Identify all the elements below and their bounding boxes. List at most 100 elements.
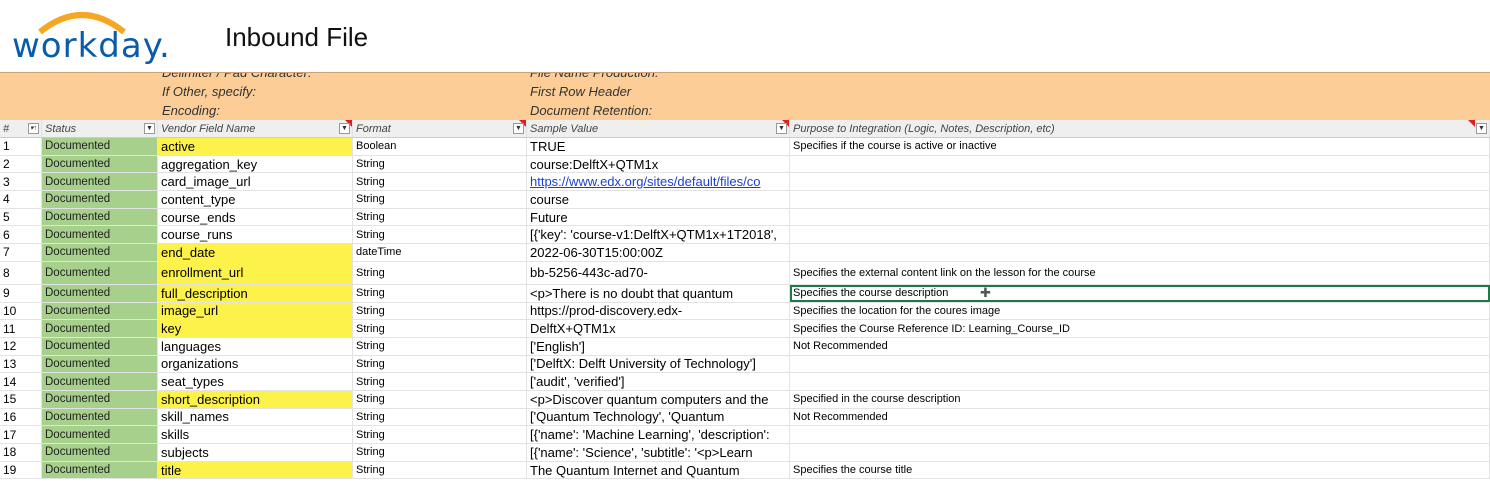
sample-value-cell[interactable]: https://prod-discovery.edx- — [527, 302, 790, 320]
column-header-number[interactable]: # ▾↑ — [0, 120, 42, 137]
status-cell[interactable]: Documented — [42, 426, 158, 443]
status-cell[interactable]: Documented — [42, 173, 158, 191]
vendor-field-cell[interactable]: card_image_url — [158, 173, 353, 191]
row-number[interactable]: 6 — [0, 226, 42, 244]
row-number[interactable]: 19 — [0, 461, 42, 479]
row-number[interactable]: 11 — [0, 320, 42, 337]
format-cell[interactable]: String — [353, 444, 527, 461]
purpose-cell[interactable]: Specifies the location for the coures im… — [790, 302, 1490, 320]
vendor-field-cell[interactable]: enrollment_url — [158, 261, 353, 284]
purpose-cell[interactable] — [790, 191, 1490, 208]
vendor-field-cell[interactable]: image_url — [158, 302, 353, 320]
purpose-cell[interactable]: Specifies the Course Reference ID: Learn… — [790, 320, 1490, 337]
row-number[interactable]: 7 — [0, 244, 42, 261]
format-cell[interactable]: Boolean — [353, 138, 527, 155]
format-cell[interactable]: dateTime — [353, 244, 527, 261]
row-number[interactable]: 15 — [0, 390, 42, 408]
status-cell[interactable]: Documented — [42, 284, 158, 302]
row-number[interactable]: 13 — [0, 355, 42, 373]
purpose-cell[interactable]: Specifies the course description ✚ — [790, 284, 1490, 302]
format-cell[interactable]: String — [353, 284, 527, 302]
purpose-cell[interactable] — [790, 444, 1490, 461]
row-number[interactable]: 3 — [0, 173, 42, 191]
sample-value-cell[interactable]: <p>Discover quantum computers and the — [527, 390, 790, 408]
format-cell[interactable]: String — [353, 191, 527, 208]
format-cell[interactable]: String — [353, 155, 527, 173]
sample-value-cell[interactable]: TRUE — [527, 138, 790, 155]
column-header-status[interactable]: Status ▼ — [42, 120, 158, 137]
status-cell[interactable]: Documented — [42, 373, 158, 390]
vendor-field-cell[interactable]: full_description — [158, 284, 353, 302]
row-number[interactable]: 5 — [0, 208, 42, 226]
format-cell[interactable]: String — [353, 390, 527, 408]
format-cell[interactable]: String — [353, 408, 527, 426]
format-cell[interactable]: String — [353, 208, 527, 226]
vendor-field-cell[interactable]: subjects — [158, 444, 353, 461]
status-cell[interactable]: Documented — [42, 226, 158, 244]
purpose-cell[interactable] — [790, 244, 1490, 261]
purpose-cell[interactable] — [790, 208, 1490, 226]
filter-dropdown-icon[interactable]: ▼ — [339, 123, 350, 134]
format-cell[interactable]: String — [353, 261, 527, 284]
format-cell[interactable]: String — [353, 173, 527, 191]
vendor-field-cell[interactable]: active — [158, 138, 353, 155]
format-cell[interactable]: String — [353, 373, 527, 390]
vendor-field-cell[interactable]: content_type — [158, 191, 353, 208]
status-cell[interactable]: Documented — [42, 408, 158, 426]
sample-value-cell-text[interactable]: https://www.edx.org/sites/default/files/… — [530, 174, 761, 189]
sample-value-cell[interactable]: [{'name': 'Science', 'subtitle': '<p>Lea… — [527, 444, 790, 461]
column-header-vendor-field[interactable]: Vendor Field Name ▼ — [158, 120, 353, 137]
vendor-field-cell[interactable]: course_ends — [158, 208, 353, 226]
vendor-field-cell[interactable]: title — [158, 461, 353, 479]
purpose-cell[interactable]: Specifies if the course is active or ina… — [790, 138, 1490, 155]
vendor-field-cell[interactable]: organizations — [158, 355, 353, 373]
row-number[interactable]: 2 — [0, 155, 42, 173]
column-header-purpose[interactable]: Purpose to Integration (Logic, Notes, De… — [790, 120, 1490, 137]
sort-filter-icon[interactable]: ▾↑ — [28, 123, 39, 134]
column-header-sample-value[interactable]: Sample Value ▼ — [527, 120, 790, 137]
vendor-field-cell[interactable]: aggregation_key — [158, 155, 353, 173]
sample-value-cell[interactable]: The Quantum Internet and Quantum — [527, 461, 790, 479]
format-cell[interactable]: String — [353, 337, 527, 355]
filter-dropdown-icon[interactable]: ▼ — [144, 123, 155, 134]
vendor-field-cell[interactable]: short_description — [158, 390, 353, 408]
format-cell[interactable]: String — [353, 226, 527, 244]
row-number[interactable]: 1 — [0, 138, 42, 155]
purpose-cell[interactable] — [790, 355, 1490, 373]
status-cell[interactable]: Documented — [42, 261, 158, 284]
row-number[interactable]: 9 — [0, 284, 42, 302]
vendor-field-cell[interactable]: seat_types — [158, 373, 353, 390]
sample-value-cell[interactable]: 2022-06-30T15:00:00Z — [527, 244, 790, 261]
row-number[interactable]: 12 — [0, 337, 42, 355]
status-cell[interactable]: Documented — [42, 208, 158, 226]
status-cell[interactable]: Documented — [42, 191, 158, 208]
purpose-cell[interactable]: Specified in the course description — [790, 390, 1490, 408]
sample-value-cell[interactable]: <p>There is no doubt that quantum — [527, 284, 790, 302]
sample-value-cell[interactable]: ['Quantum Technology', 'Quantum — [527, 408, 790, 426]
sample-value-cell[interactable]: ['English'] — [527, 337, 790, 355]
vendor-field-cell[interactable]: key — [158, 320, 353, 337]
row-number[interactable]: 4 — [0, 191, 42, 208]
status-cell[interactable]: Documented — [42, 461, 158, 479]
purpose-cell[interactable]: Not Recommended — [790, 337, 1490, 355]
filter-dropdown-icon[interactable]: ▼ — [776, 123, 787, 134]
sample-value-cell[interactable]: bb-5256-443c-ad70- — [527, 261, 790, 284]
filter-dropdown-icon[interactable]: ▼ — [1476, 123, 1487, 134]
status-cell[interactable]: Documented — [42, 302, 158, 320]
filter-dropdown-icon[interactable]: ▼ — [513, 123, 524, 134]
status-cell[interactable]: Documented — [42, 320, 158, 337]
vendor-field-cell[interactable]: course_runs — [158, 226, 353, 244]
vendor-field-cell[interactable]: languages — [158, 337, 353, 355]
sample-value-cell[interactable]: Future — [527, 208, 790, 226]
vendor-field-cell[interactable]: skill_names — [158, 408, 353, 426]
status-cell[interactable]: Documented — [42, 155, 158, 173]
purpose-cell[interactable]: Not Recommended — [790, 408, 1490, 426]
row-number[interactable]: 8 — [0, 261, 42, 284]
sample-value-cell[interactable]: https://www.edx.org/sites/default/files/… — [527, 173, 790, 191]
format-cell[interactable]: String — [353, 426, 527, 443]
vendor-field-cell[interactable]: skills — [158, 426, 353, 443]
sample-value-cell[interactable]: [{'name': 'Machine Learning', 'descripti… — [527, 426, 790, 443]
sample-value-cell[interactable]: DelftX+QTM1x — [527, 320, 790, 337]
sample-value-cell[interactable]: course — [527, 191, 790, 208]
sample-value-cell[interactable]: course:DelftX+QTM1x — [527, 155, 790, 173]
